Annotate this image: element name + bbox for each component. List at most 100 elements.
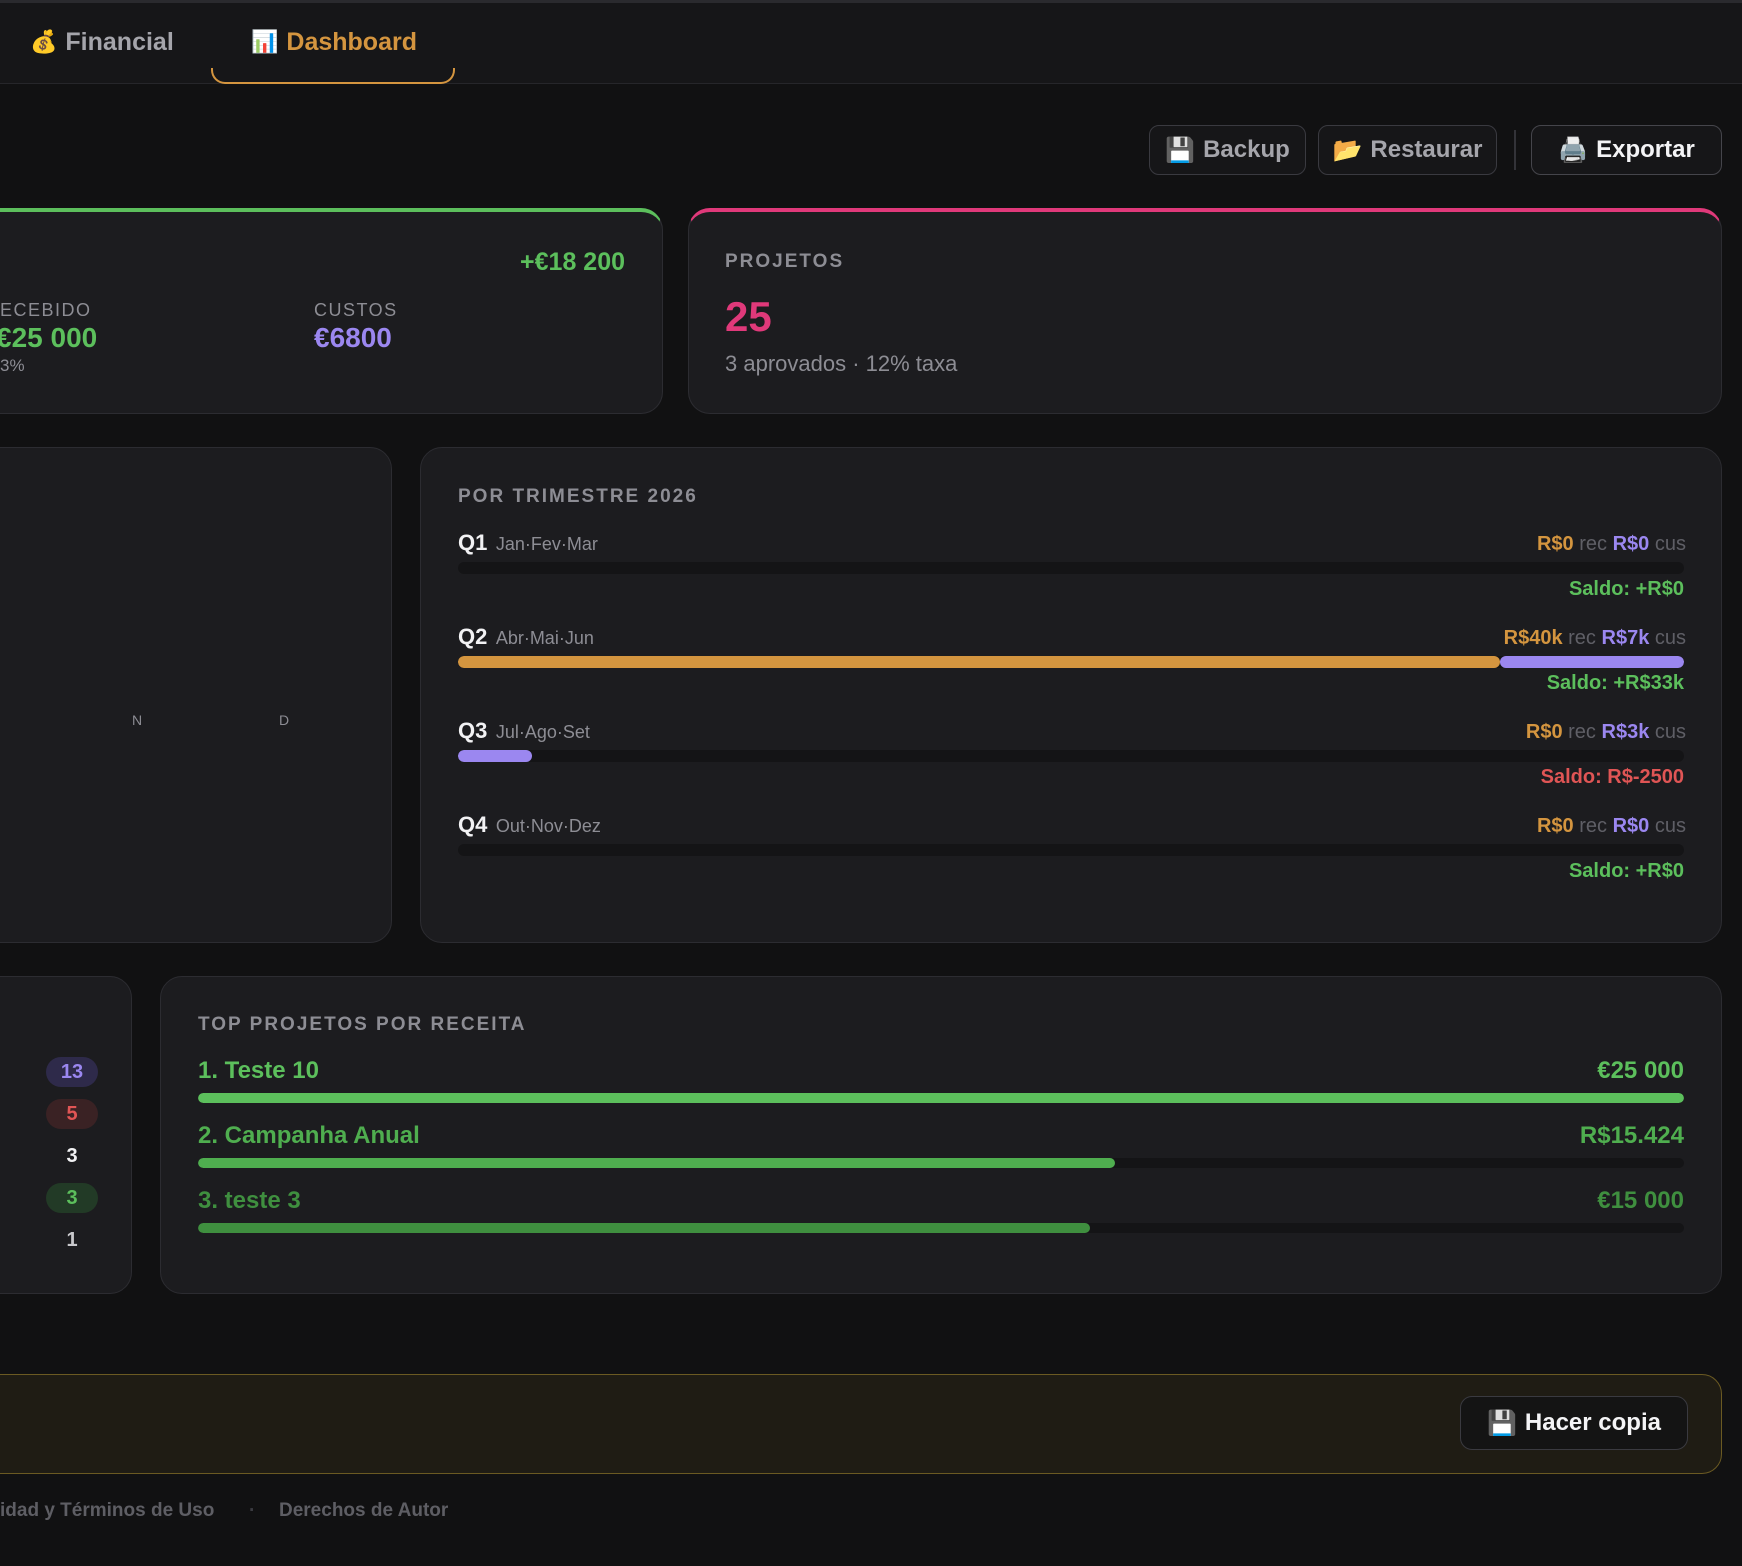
top-project-value: €15 000 [1597,1187,1684,1214]
status-count-badge: 1 [66,1228,78,1251]
tab-financial[interactable]: 💰 Financial [30,14,174,70]
projects-subtext: 3 aprovados · 12% taxa [725,351,958,376]
quarter-rec-word: rec [1568,721,1596,743]
quarter-rec-word: rec [1579,533,1608,555]
quarter-cus-word: cus [1654,721,1686,743]
money-bag-icon: 💰 [30,29,58,54]
quarter-months: Jan·Fev·Mar [495,534,598,554]
quarter-costs: R$0 [1612,533,1650,555]
quarter-balance: Saldo: +R$0 [1568,578,1684,600]
backup-button-label: Backup [1203,136,1290,163]
quarter-values: R$40k rec R$7k cus [1504,627,1686,650]
projects-count: 25 [725,293,772,340]
quarter-row-q3: Q3 Jul·Ago·Set R$0 rec R$3k cus [458,718,1686,748]
restore-button-label: Restaurar [1370,136,1483,163]
received-rate: 3% [0,356,25,375]
quarter-received-bar [458,656,1501,668]
quarter-name: Q2 [458,624,488,649]
top-project-name: 2. Campanha Anual [198,1122,420,1149]
toolbar-divider [1514,130,1516,170]
projects-summary-card [688,208,1722,414]
quarter-row-q4: Q4 Out·Nov·Dez R$0 rec R$0 cus [458,812,1686,842]
quarter-received: R$40k [1503,627,1563,649]
printer-icon: 🖨️ [1558,136,1589,164]
restore-button[interactable]: 📂 Restaurar [1318,125,1497,175]
quarter-bar-track [458,750,1684,762]
top-project-bar [198,1158,1115,1168]
quarterly-title: POR TRIMESTRE 2026 [458,486,698,507]
quarter-row-q2: Q2 Abr·Mai·Jun R$40k rec R$7k cus [458,624,1686,654]
quarter-title: Q4 Out·Nov·Dez [458,812,601,838]
quarter-balance: Saldo: R$-2500 [1540,766,1684,788]
quarter-bar-track [458,562,1684,574]
quarter-row-q1: Q1 Jan·Fev·Mar R$0 rec R$0 cus [458,530,1686,560]
top-project-bar [198,1223,1090,1233]
quarter-cus-word: cus [1654,533,1686,555]
quarter-received: R$0 [1536,815,1574,837]
quarter-values: R$0 rec R$3k cus [1526,721,1686,744]
status-count-badge: 5 [46,1099,98,1129]
export-button-label: Exportar [1596,136,1695,163]
make-copy-button[interactable]: 💾 Hacer copia [1460,1396,1688,1450]
footer-link-copyright[interactable]: Derechos de Autor [279,1500,448,1522]
quarter-cus-word: cus [1654,627,1686,649]
make-copy-label: Hacer copia [1524,1409,1661,1436]
quarter-received: R$0 [1525,721,1563,743]
quarter-values: R$0 rec R$0 cus [1537,815,1686,838]
top-project-bar-track [198,1093,1684,1103]
quarter-costs: R$7k [1601,627,1650,649]
top-project-value: €25 000 [1597,1057,1684,1084]
footer-link-privacy-terms[interactable]: idad y Términos de Uso [0,1500,214,1522]
status-count-badge: 13 [46,1057,98,1087]
top-project-name: 1. Teste 10 [198,1057,319,1084]
quarter-bar-track [458,844,1684,856]
quarter-received: R$0 [1536,533,1574,555]
costs-value: €6800 [314,322,392,353]
quarter-rec-word: rec [1568,627,1596,649]
financial-balance: +€18 200 [520,248,625,276]
month-label-n: N [132,712,143,728]
floppy-disk-icon: 💾 [1487,1409,1517,1437]
quarter-name: Q4 [458,812,488,837]
quarter-costs: R$3k [1601,721,1650,743]
floppy-disk-icon: 💾 [1165,136,1196,164]
top-project-row[interactable]: 1. Teste 10 €25 000 [198,1057,1684,1085]
quarter-costs-bar [1500,656,1684,668]
tab-financial-label: Financial [65,27,174,56]
quarter-months: Abr·Mai·Jun [495,628,594,648]
top-project-bar-track [198,1158,1684,1168]
folder-icon: 📂 [1332,136,1363,164]
top-project-value: R$15.424 [1579,1122,1684,1149]
quarter-title: Q1 Jan·Fev·Mar [458,530,598,556]
quarter-months: Out·Nov·Dez [495,816,601,836]
received-value: €25 000 [0,322,98,353]
tab-dashboard[interactable]: 📊 Dashboard [251,14,417,70]
quarter-rec-word: rec [1579,815,1608,837]
top-project-bar-track [198,1223,1684,1233]
tab-dashboard-label: Dashboard [286,27,417,56]
quarter-title: Q2 Abr·Mai·Jun [458,624,594,650]
quarter-title: Q3 Jul·Ago·Set [458,718,590,744]
bar-chart-icon: 📊 [251,29,279,54]
quarter-bar-track [458,656,1684,668]
top-projects-title: TOP PROJETOS POR RECEITA [198,1014,527,1035]
top-project-row[interactable]: 2. Campanha Anual R$15.424 [198,1122,1684,1150]
quarter-name: Q1 [458,530,488,555]
top-project-bar [198,1093,1684,1103]
top-project-row[interactable]: 3. teste 3 €15 000 [198,1187,1684,1215]
quarter-balance: Saldo: +R$33k [1546,672,1684,694]
active-tab-indicator [211,68,455,84]
projects-label: PROJETOS [725,251,845,272]
costs-label: CUSTOS [314,300,398,320]
footer-separator: · [249,1500,256,1521]
status-count-badge: 3 [66,1144,78,1167]
monthly-chart-card [0,447,392,943]
month-label-d: D [279,712,290,728]
backup-button[interactable]: 💾 Backup [1149,125,1306,175]
quarter-values: R$0 rec R$0 cus [1537,533,1686,556]
quarter-name: Q3 [458,718,488,743]
top-project-name: 3. teste 3 [198,1187,301,1214]
export-button[interactable]: 🖨️ Exportar [1531,125,1722,175]
received-label: ECEBIDO [0,300,92,320]
quarter-costs: R$0 [1612,815,1650,837]
